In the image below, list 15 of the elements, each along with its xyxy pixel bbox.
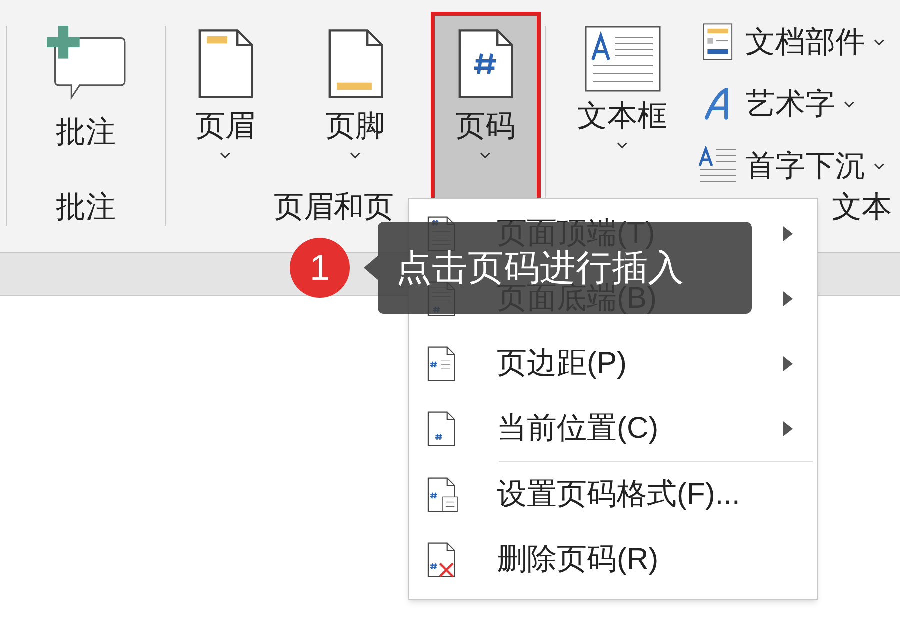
ribbon-small-button[interactable]: 艺术字 — [698, 78, 884, 130]
menu-item[interactable]: 设置页码格式(F)... — [409, 462, 817, 527]
ribbon-small-button[interactable]: 首字下沉 — [698, 140, 884, 192]
word-art-icon — [704, 88, 732, 120]
document-parts-icon — [702, 23, 732, 61]
menu-item[interactable]: 当前位置(C) — [409, 396, 817, 461]
menu-item[interactable]: 页边距(P) — [409, 331, 817, 396]
format-page-number-icon — [427, 474, 459, 514]
group-label: 批注 — [56, 190, 116, 226]
text-box-icon — [584, 26, 660, 92]
ribbon-small-button[interactable]: 文档部件 — [698, 16, 884, 68]
ribbon-button[interactable]: 文本框 — [568, 12, 678, 202]
group-label: 页眉和页 — [274, 190, 394, 226]
menu-item[interactable]: 删除页码(R) — [409, 527, 817, 592]
group-label: 文本 — [832, 190, 892, 226]
